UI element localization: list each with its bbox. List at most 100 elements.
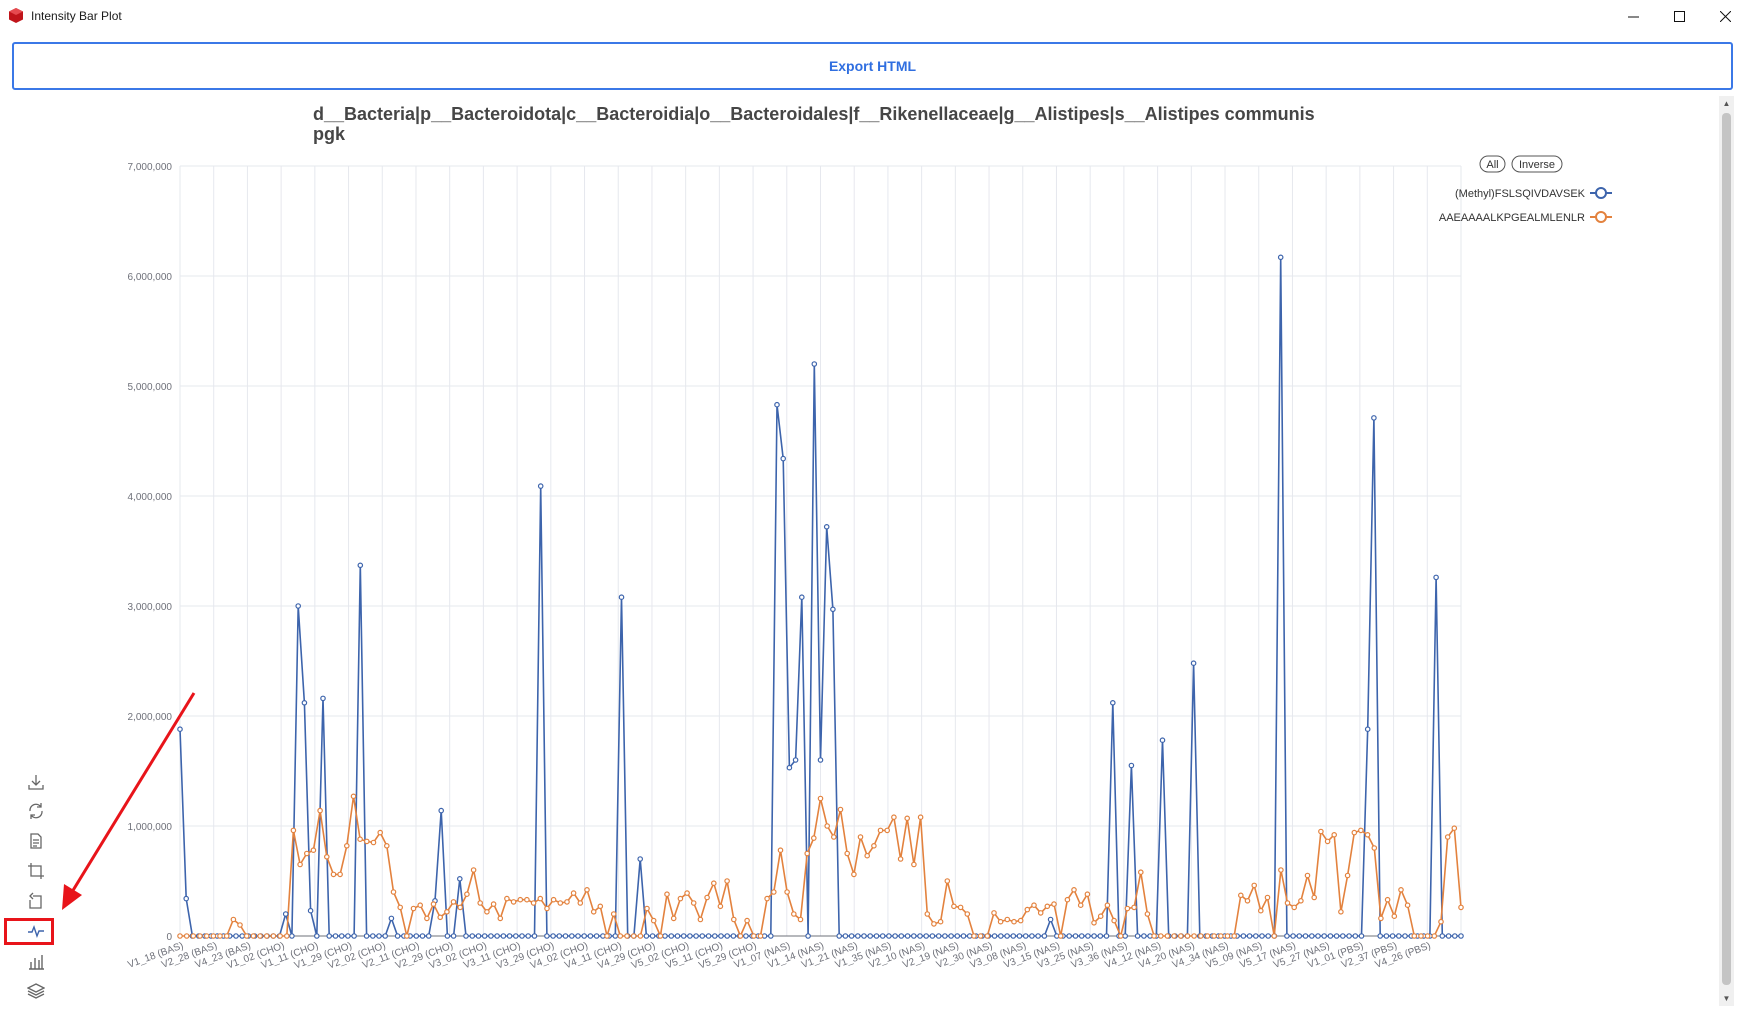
data-point — [230, 916, 237, 923]
data-point — [777, 847, 784, 854]
data-point — [867, 933, 874, 939]
chart-title: d__Bacteria|p__Bacteroidota|c__Bacteroid… — [313, 104, 1315, 124]
data-point — [1171, 933, 1177, 939]
data-point — [326, 933, 333, 939]
vertical-scrollbar[interactable]: ▲ ▼ — [1719, 96, 1734, 1006]
data-point — [1364, 726, 1371, 733]
data-point — [1110, 699, 1116, 706]
data-point — [504, 895, 510, 902]
data-point — [1383, 933, 1390, 939]
data-point — [1091, 919, 1097, 926]
legend-item[interactable]: AAEAAAALKPGEALMLENLR — [1439, 211, 1612, 224]
data-point — [971, 933, 977, 939]
legend-item[interactable]: (Methyl)FSLSQIVDAVSEK — [1455, 187, 1612, 200]
data-point — [1290, 933, 1296, 939]
minimize-button[interactable] — [1610, 0, 1656, 32]
data-point — [951, 903, 957, 910]
data-point — [544, 905, 550, 912]
scroll-down-icon[interactable]: ▼ — [1719, 991, 1734, 1006]
data-point — [677, 895, 684, 902]
data-point — [668, 933, 675, 939]
data-point — [942, 933, 948, 939]
data-point — [277, 933, 283, 939]
chart-subtitle: pgk — [313, 124, 346, 144]
data-point — [424, 915, 430, 922]
data-point — [403, 933, 410, 939]
data-point — [370, 839, 377, 846]
plot-area: 0 1,000,000 2,000,000 3,000,000 4,000,000 5,0… — [0, 96, 1747, 1013]
data-point — [337, 871, 343, 878]
data-point — [494, 933, 500, 939]
data-point — [711, 933, 718, 939]
data-point — [657, 933, 664, 939]
data-point — [1296, 933, 1303, 939]
data-point — [237, 922, 243, 928]
close-button[interactable] — [1702, 0, 1747, 32]
data-point — [792, 757, 799, 763]
data-point — [911, 861, 917, 868]
data-point — [1104, 902, 1111, 909]
data-point — [1198, 933, 1204, 939]
data-point — [1077, 902, 1084, 909]
data-point — [604, 933, 610, 939]
data-point — [343, 842, 350, 849]
data-point — [438, 807, 445, 814]
export-html-button[interactable]: Export HTML — [12, 42, 1733, 90]
data-point — [1377, 933, 1384, 939]
data-point — [544, 933, 550, 939]
data-point — [470, 867, 477, 873]
data-point — [1433, 574, 1439, 581]
data-point — [484, 908, 490, 915]
data-point — [1264, 894, 1271, 901]
data-point — [1259, 933, 1265, 939]
data-point — [898, 933, 905, 939]
data-point — [730, 933, 737, 939]
data-point — [797, 916, 804, 923]
data-point — [1402, 933, 1408, 939]
data-point — [537, 895, 544, 902]
data-point — [550, 896, 557, 903]
data-point — [303, 850, 310, 857]
data-point — [1452, 933, 1458, 939]
maximize-button[interactable] — [1656, 0, 1702, 32]
data-point — [1424, 933, 1431, 939]
legend-select-all-button[interactable]: All — [1479, 155, 1506, 173]
data-point — [557, 900, 564, 906]
data-point — [320, 695, 326, 702]
data-point — [1091, 933, 1097, 939]
scroll-up-icon[interactable]: ▲ — [1719, 96, 1734, 111]
scroll-thumb[interactable] — [1722, 113, 1731, 985]
data-point — [524, 896, 530, 903]
legend-marker-icon — [1595, 211, 1607, 223]
grid — [179, 165, 1462, 937]
data-point — [891, 814, 897, 821]
legend-label: (Methyl)FSLSQIVDAVSEK — [1455, 188, 1586, 200]
data-point — [1324, 838, 1331, 845]
data-point — [419, 933, 426, 939]
data-point — [1084, 891, 1091, 898]
data-point — [1022, 933, 1029, 939]
data-point — [730, 916, 737, 923]
data-point — [1271, 933, 1278, 939]
data-point — [390, 889, 397, 895]
data-point — [830, 834, 837, 840]
data-point — [1315, 933, 1321, 939]
data-point — [1138, 869, 1144, 876]
data-point — [1352, 933, 1359, 939]
data-point — [1078, 933, 1085, 939]
data-point — [1246, 933, 1253, 939]
data-point — [1333, 933, 1340, 939]
data-point — [506, 933, 513, 939]
data-point — [1458, 933, 1464, 939]
data-point — [1011, 918, 1017, 925]
data-point — [1238, 892, 1244, 899]
data-point — [1122, 933, 1129, 939]
legend-inverse-button[interactable]: Inverse — [1511, 155, 1563, 173]
data-point — [1141, 933, 1147, 939]
data-point — [394, 933, 401, 939]
data-point — [330, 871, 337, 878]
data-point — [873, 933, 880, 939]
data-point — [587, 933, 594, 939]
data-point — [1244, 897, 1251, 904]
data-point — [1346, 933, 1352, 939]
